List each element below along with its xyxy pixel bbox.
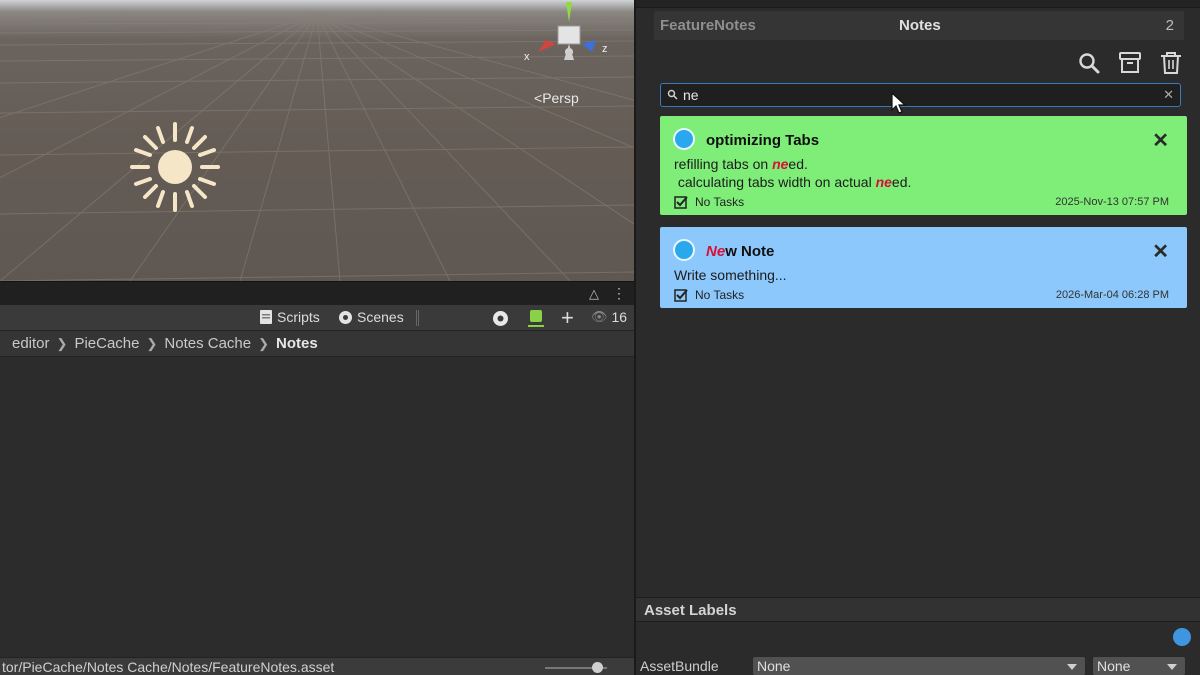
directional-light-icon[interactable] (128, 120, 222, 214)
asset-labels-header[interactable]: Asset Labels (636, 597, 1200, 622)
notes-title: Notes (899, 17, 941, 34)
persp-toggle[interactable]: <Persp (534, 90, 579, 106)
scenes-filter-label: Scenes (357, 309, 404, 325)
toolbar-divider (416, 310, 419, 326)
tasks-indicator[interactable]: No Tasks (674, 288, 744, 302)
note-body-line: Write something... (674, 267, 787, 283)
scripts-filter-label: Scripts (277, 309, 320, 325)
inspector-panel: FeatureNotes Notes 2 ✕ optimizing Tabs ✕… (636, 0, 1200, 675)
note-title: optimizing Tabs (706, 132, 820, 149)
breadcrumb-item[interactable]: PieCache (74, 335, 139, 352)
note-card[interactable]: optimizing Tabs ✕ refilling tabs on need… (660, 116, 1187, 215)
tasks-label: No Tasks (695, 195, 745, 209)
note-timestamp: 2026-Mar-04 06:28 PM (1055, 289, 1169, 301)
note-timestamp: 2025-Nov-13 07:57 PM (1055, 196, 1169, 208)
inspector-tab-strip (636, 0, 1200, 8)
mouse-cursor-icon (891, 92, 907, 114)
unity-editor: x z <Persp △ ⋮ Scripts Scenes + 👁 16 edi… (0, 0, 1200, 675)
note-title: New Note (706, 243, 775, 260)
persp-arrow-icon: < (534, 90, 543, 106)
chevron-right-icon: ❯ (56, 335, 68, 351)
note-body-line: calculating tabs width on actual need. (674, 174, 912, 190)
orientation-gizmo[interactable]: x z (520, 0, 615, 72)
breadcrumb-item[interactable]: editor (12, 335, 50, 352)
gizmo-z-label: z (602, 43, 608, 55)
note-card[interactable]: New Note ✕ Write something... No Tasks 2… (660, 227, 1187, 308)
lightbulb-icon (673, 239, 695, 261)
clear-search-icon[interactable]: ✕ (1163, 87, 1174, 103)
breadcrumb-current[interactable]: Notes (276, 335, 318, 352)
visible-count: 16 (611, 309, 628, 325)
notes-header: FeatureNotes Notes 2 (654, 11, 1184, 40)
gizmo-x-label: x (524, 51, 530, 63)
notes-search-field[interactable]: ✕ (660, 83, 1181, 107)
eye-icon: 👁 (591, 309, 608, 324)
checkbox-icon (674, 289, 688, 302)
assetbundle-row: AssetBundle None None (636, 655, 1200, 675)
unity-scene-icon (339, 310, 352, 324)
lightbulb-icon (673, 128, 695, 150)
asset-labels-title: Asset Labels (644, 602, 737, 619)
assetbundle-label: AssetBundle (640, 658, 719, 674)
chevron-right-icon: ❯ (146, 335, 158, 351)
tasks-indicator[interactable]: No Tasks (674, 195, 744, 209)
icon-size-slider-handle[interactable] (592, 662, 603, 673)
close-icon[interactable]: ✕ (1152, 128, 1169, 153)
project-asset-area[interactable] (0, 357, 634, 657)
scenes-filter-button[interactable]: Scenes (338, 309, 404, 325)
kebab-menu-icon[interactable]: ⋮ (612, 285, 626, 302)
assetbundle-name-dropdown[interactable]: None (752, 656, 1086, 675)
label-tag-icon[interactable] (1173, 628, 1191, 646)
script-file-icon (260, 310, 272, 324)
lock-icon[interactable]: △ (589, 286, 599, 302)
breadcrumb: editor ❯ PieCache ❯ Notes Cache ❯ Notes (0, 331, 634, 357)
unity-logo-icon[interactable] (492, 310, 509, 327)
note-body-line: refilling tabs on need. (674, 156, 808, 172)
app-name: FeatureNotes (660, 17, 756, 34)
trash-icon[interactable] (1158, 50, 1184, 76)
asset-path-status: tor/PieCache/Notes Cache/Notes/FeatureNo… (0, 657, 634, 675)
breadcrumb-item[interactable]: Notes Cache (164, 335, 251, 352)
persp-label: Persp (542, 90, 579, 106)
chevron-right-icon: ❯ (258, 335, 270, 351)
scripts-filter-button[interactable]: Scripts (259, 309, 320, 325)
visibility-count-button[interactable]: 👁 16 (591, 309, 627, 325)
search-icon (667, 89, 678, 100)
project-tab-bar: △ ⋮ (0, 281, 634, 305)
assetbundle-variant-dropdown[interactable]: None (1092, 656, 1186, 675)
search-input[interactable] (683, 86, 1153, 104)
tasks-label: No Tasks (695, 288, 745, 302)
close-icon[interactable]: ✕ (1152, 239, 1169, 264)
notes-count: 2 (1165, 17, 1174, 34)
scene-view[interactable]: x z <Persp (0, 0, 634, 281)
search-icon[interactable] (1076, 50, 1102, 76)
package-filter-icon[interactable] (527, 308, 545, 328)
checkbox-icon (674, 196, 688, 209)
archive-icon[interactable] (1117, 50, 1143, 76)
create-plus-icon[interactable]: + (561, 305, 574, 331)
project-toolbar: Scripts Scenes + 👁 16 (0, 305, 634, 331)
